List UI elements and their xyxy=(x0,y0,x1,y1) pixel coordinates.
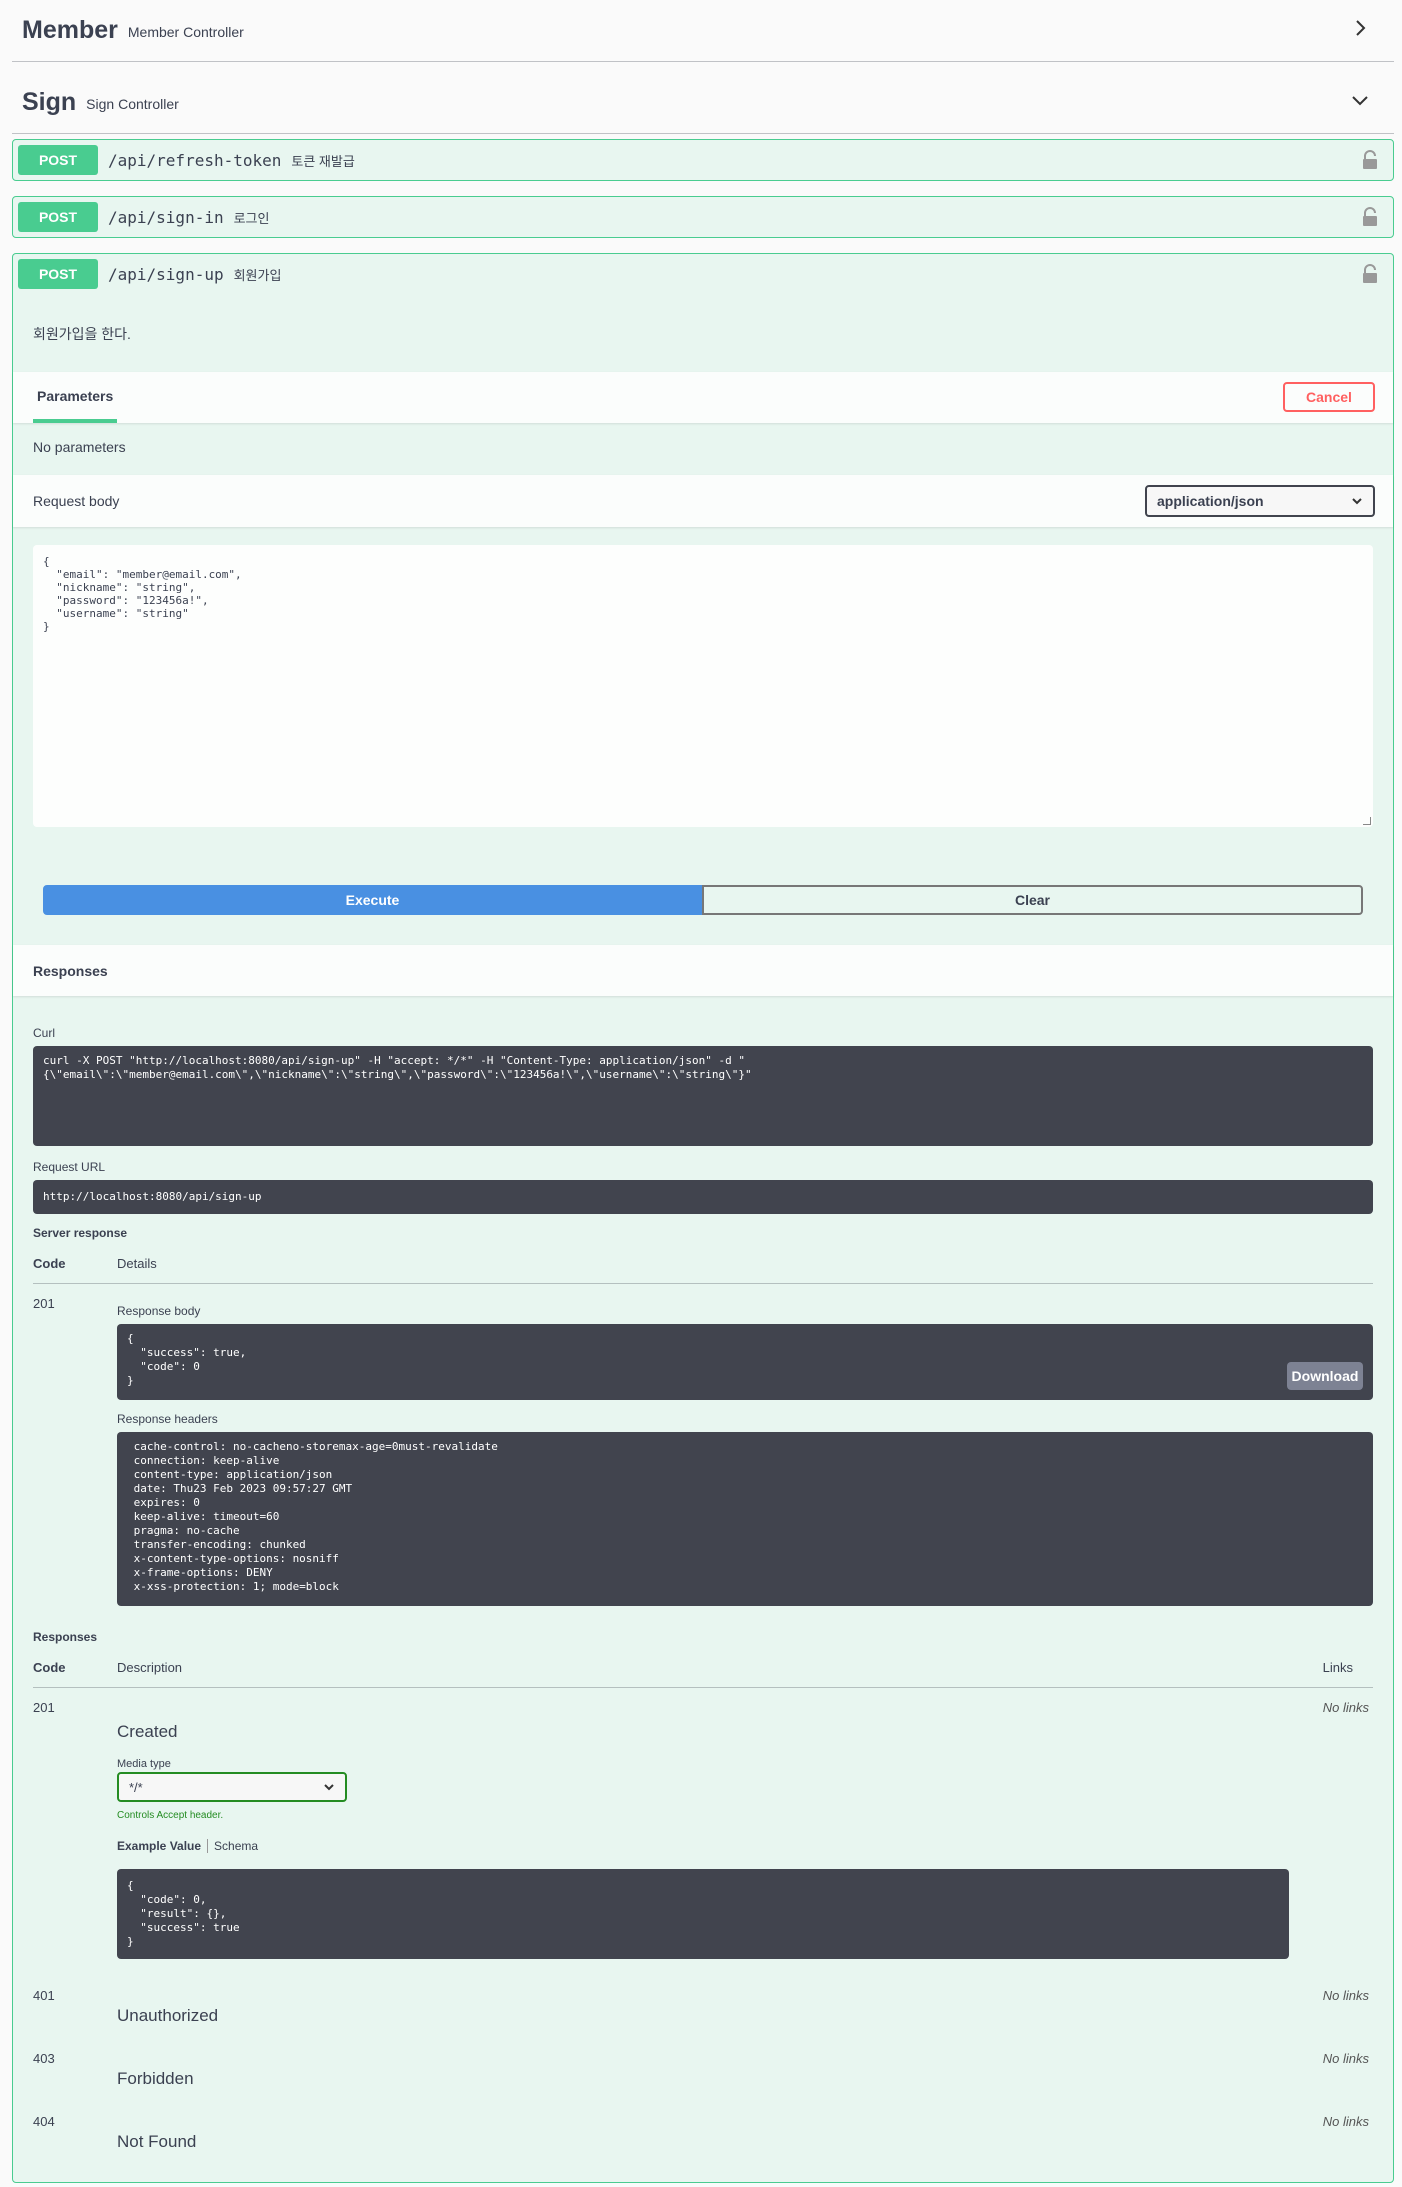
tag-description: Sign Controller xyxy=(86,96,179,112)
responses-header: Responses xyxy=(13,945,1393,996)
no-links: No links xyxy=(1322,2051,1369,2066)
server-response-code: 201 xyxy=(33,1296,55,1311)
execute-button-row: Execute Clear xyxy=(43,885,1363,915)
operation-summary: 토큰 재발급 xyxy=(291,153,355,169)
lock-icon[interactable] xyxy=(1361,264,1379,284)
operation-refresh-token[interactable]: POST /api/refresh-token 토큰 재발급 xyxy=(12,139,1394,181)
media-type-label: Media type xyxy=(117,1758,171,1770)
request-body-label: Request body xyxy=(33,493,120,509)
server-response-table-header: Code Details xyxy=(33,1256,1373,1284)
operation-path: /api/refresh-token xyxy=(108,150,282,170)
example-tabs: Example Value Schema xyxy=(117,1839,1289,1853)
operation-sign-in[interactable]: POST /api/sign-in 로그인 xyxy=(12,196,1394,238)
tab-example-value[interactable]: Example Value xyxy=(117,1839,201,1853)
content-type-value: application/json xyxy=(1157,493,1264,509)
resize-handle[interactable] xyxy=(1363,817,1371,825)
operation-description: 회원가입을 한다. xyxy=(33,326,131,342)
method-badge: POST xyxy=(18,259,98,289)
no-links: No links xyxy=(1322,1988,1369,2003)
chevron-right-icon[interactable] xyxy=(1348,16,1372,40)
no-links: No links xyxy=(1322,2114,1369,2129)
tab-schema[interactable]: Schema xyxy=(214,1839,258,1853)
clear-button[interactable]: Clear xyxy=(702,885,1363,915)
responses-table-header: Code Description Links xyxy=(33,1660,1373,1688)
response-description: Not Found xyxy=(117,2132,197,2151)
tab-parameters[interactable]: Parameters xyxy=(33,372,118,423)
lock-icon[interactable] xyxy=(1361,150,1379,170)
operation-summary: 로그인 xyxy=(233,210,270,226)
tag-sign[interactable]: Sign Sign Controller xyxy=(12,72,1394,134)
response-code: 404 xyxy=(33,2114,55,2129)
response-body-text: { "success": true, "code": 0 } xyxy=(127,1332,247,1387)
operation-sign-up: POST /api/sign-up 회원가입 회원가입을 한다. Paramet… xyxy=(12,253,1394,2183)
request-body-text: { "email": "member@email.com", "nickname… xyxy=(43,555,242,633)
response-code: 403 xyxy=(33,2051,55,2066)
curl-label: Curl xyxy=(33,1026,56,1040)
no-links: No links xyxy=(1322,1700,1369,1715)
operation-summary: 회원가입 xyxy=(233,267,282,283)
server-response-row: 201 Response body { "success": true, "co… xyxy=(33,1284,1373,1614)
response-headers: cache-control: no-cacheno-storemax-age=0… xyxy=(117,1432,1373,1606)
response-row-404: 404 No links Not Found xyxy=(33,2114,1373,2177)
response-row-403: 403 No links Forbidden xyxy=(33,2051,1373,2114)
response-code: 201 xyxy=(33,1700,55,1715)
parameters-header: Parameters Cancel xyxy=(13,372,1393,423)
links-header: Links xyxy=(1322,1660,1353,1675)
description-header: Description xyxy=(117,1660,183,1675)
controls-accept-note: Controls Accept header. xyxy=(117,1810,224,1821)
request-url: http://localhost:8080/api/sign-up xyxy=(33,1180,1373,1214)
no-parameters-text: No parameters xyxy=(33,439,126,455)
download-button[interactable]: Download xyxy=(1287,1362,1363,1390)
responses-title: Responses xyxy=(33,962,108,979)
example-value: { "code": 0, "result": {}, "success": tr… xyxy=(117,1869,1289,1959)
response-description: Unauthorized xyxy=(117,2006,219,2025)
server-response-label: Server response xyxy=(33,1226,128,1240)
responses-label: Responses xyxy=(33,1630,98,1644)
chevron-down-icon[interactable] xyxy=(1348,88,1372,112)
tag-name: Sign xyxy=(22,88,77,116)
media-type-select[interactable]: */* xyxy=(117,1772,347,1802)
tag-name: Member xyxy=(22,16,118,44)
operation-header[interactable]: POST /api/sign-up 회원가입 xyxy=(13,254,1393,294)
code-header: Code xyxy=(33,1660,66,1675)
request-body-editor[interactable]: { "email": "member@email.com", "nickname… xyxy=(33,545,1373,827)
execute-button[interactable]: Execute xyxy=(43,885,702,915)
method-badge: POST xyxy=(18,145,98,175)
tag-description: Member Controller xyxy=(127,24,244,40)
chevron-down-icon xyxy=(1352,498,1362,505)
curl-command: curl -X POST "http://localhost:8080/api/… xyxy=(33,1046,1373,1146)
cancel-button[interactable]: Cancel xyxy=(1283,382,1375,412)
lock-icon[interactable] xyxy=(1361,207,1379,227)
tag-member[interactable]: Member Member Controller xyxy=(12,0,1394,62)
response-headers-label: Response headers xyxy=(117,1412,218,1426)
operation-path: /api/sign-up xyxy=(108,264,224,284)
request-body-header: Request body application/json xyxy=(13,475,1393,527)
response-row-201: 201 No links Created Media type */* Cont… xyxy=(33,1688,1373,1988)
response-row-401: 401 No links Unauthorized xyxy=(33,1988,1373,2051)
operation-path: /api/sign-in xyxy=(108,207,224,227)
response-body: { "success": true, "code": 0 } Download xyxy=(117,1324,1373,1400)
content-type-select[interactable]: application/json xyxy=(1145,485,1375,517)
response-description: Forbidden xyxy=(117,2069,194,2088)
response-description: Created xyxy=(117,1722,178,1741)
response-code: 401 xyxy=(33,1988,55,2003)
chevron-down-icon xyxy=(324,1784,334,1791)
method-badge: POST xyxy=(18,202,98,232)
code-header: Code xyxy=(33,1256,66,1271)
media-type-value: */* xyxy=(129,1779,143,1795)
response-body-label: Response body xyxy=(117,1304,201,1318)
request-url-label: Request URL xyxy=(33,1160,106,1174)
details-header: Details xyxy=(117,1256,157,1271)
